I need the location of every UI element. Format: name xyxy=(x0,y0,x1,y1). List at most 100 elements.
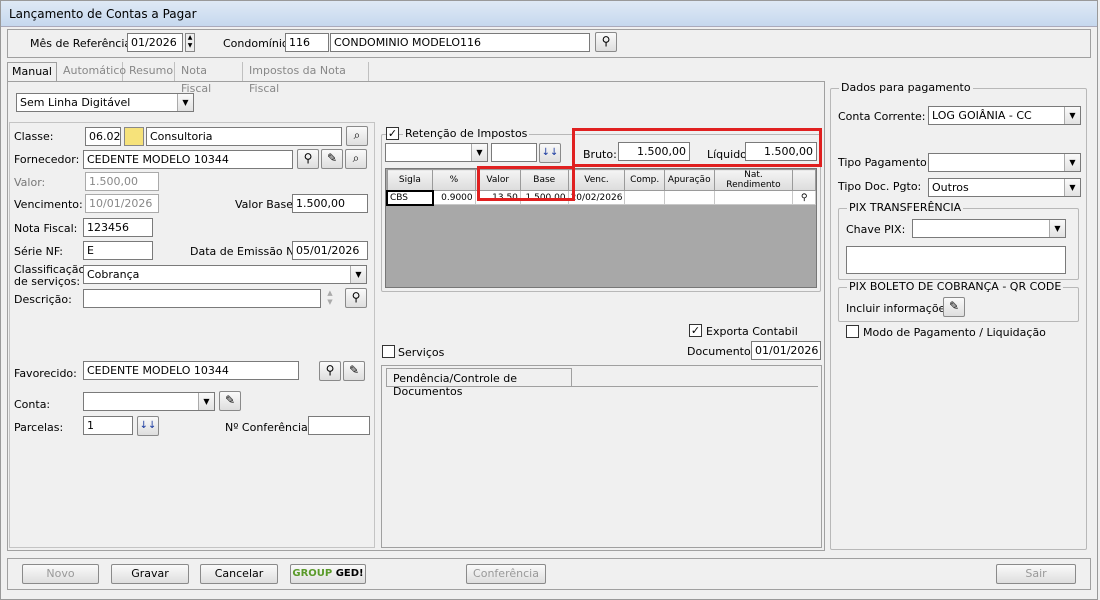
linha-digitavel-select[interactable]: Sem Linha Digitável ▼ xyxy=(16,93,194,112)
serie-nf-input[interactable]: E xyxy=(83,241,153,260)
tipo-doc-select[interactable]: Outros ▼ xyxy=(928,178,1081,197)
edit-icon[interactable]: ✎ xyxy=(219,391,241,411)
novo-button[interactable]: Novo xyxy=(22,564,99,584)
modo-pagamento-label: Modo de Pagamento / Liquidação xyxy=(863,326,1046,339)
folder-icon[interactable] xyxy=(124,127,144,146)
col-comp: Comp. xyxy=(624,169,665,191)
col-actions xyxy=(792,169,816,191)
servicos-checkbox[interactable] xyxy=(382,345,395,358)
modo-pagamento-checkbox[interactable] xyxy=(846,325,859,338)
documento-input[interactable]: 01/01/2026 xyxy=(751,341,821,360)
conferencia-button[interactable]: Conferência xyxy=(466,564,546,584)
exporta-contabil-label: Exporta Contabil xyxy=(706,325,798,338)
servicos-label: Serviços xyxy=(398,346,445,359)
cell-nat[interactable] xyxy=(713,190,794,205)
classe-label: Classe: xyxy=(14,130,54,143)
col-sigla: Sigla xyxy=(386,169,434,191)
pix-boleto-title: PIX BOLETO DE COBRANÇA - QR CODE xyxy=(847,280,1064,293)
edit-icon[interactable]: ✎ xyxy=(943,297,965,317)
binoculars-icon[interactable]: ⚲ xyxy=(319,361,341,381)
binoculars-icon[interactable]: ⚲ xyxy=(792,190,816,205)
tab-pendencia[interactable]: Pendência/Controle de Documentos xyxy=(386,368,572,398)
condominio-label: Condomínio: xyxy=(223,37,293,50)
sair-button[interactable]: Sair xyxy=(996,564,1076,584)
cell-pct[interactable]: 0.9000 xyxy=(432,190,476,205)
retencao-select[interactable]: ▼ xyxy=(385,143,488,162)
search-icon[interactable]: ⌕ xyxy=(346,126,368,146)
vencimento-input[interactable]: 10/01/2026 xyxy=(85,194,159,213)
highlight-valor-base xyxy=(477,166,575,201)
edit-icon[interactable]: ✎ xyxy=(343,361,365,381)
conta-corrente-label: Conta Corrente: xyxy=(838,110,926,123)
descricao-label: Descrição: xyxy=(14,293,72,306)
data-emissao-label: Data de Emissão NF: xyxy=(190,245,304,258)
exporta-contabil-checkbox[interactable]: ✓ xyxy=(689,324,702,337)
chevron-down-icon: ▼ xyxy=(471,144,487,161)
conta-corrente-select[interactable]: LOG GOIÂNIA - CC ▼ xyxy=(928,106,1081,125)
conferencia-input[interactable] xyxy=(308,416,370,435)
binoculars-icon[interactable]: ⚲ xyxy=(345,288,367,308)
fornecedor-input[interactable]: CEDENTE MODELO 10344 xyxy=(83,150,293,169)
cell-apuracao[interactable] xyxy=(663,190,715,205)
data-emissao-input[interactable]: 05/01/2026 xyxy=(292,241,368,260)
expand-down-icon[interactable]: ↓↓ xyxy=(539,143,561,163)
valor-input[interactable]: 1.500,00 xyxy=(85,172,159,191)
tab-impostos-nota[interactable]: Impostos da Nota Fiscal xyxy=(245,62,369,95)
conta-select[interactable]: ▼ xyxy=(83,392,215,411)
expand-down-icon[interactable]: ↓↓ xyxy=(137,416,159,436)
descricao-input[interactable] xyxy=(83,289,321,308)
edit-icon[interactable]: ✎ xyxy=(321,149,343,169)
binoculars-icon[interactable]: ⚲ xyxy=(595,32,617,52)
condominio-code-input[interactable]: 116 xyxy=(285,33,329,52)
tab-resumo[interactable]: Resumo xyxy=(125,62,175,82)
tipo-pagamento-select[interactable]: ▼ xyxy=(928,153,1081,172)
col-apuracao: Apuração xyxy=(663,169,715,191)
valor-label: Valor: xyxy=(14,176,46,189)
favorecido-input[interactable]: CEDENTE MODELO 10344 xyxy=(83,361,299,380)
cell-comp[interactable] xyxy=(624,190,665,205)
descricao-spinner[interactable]: ▲ ▼ xyxy=(324,289,336,308)
classificacao-select[interactable]: Cobrança ▼ xyxy=(83,265,367,284)
binoculars-icon[interactable]: ⚲ xyxy=(297,149,319,169)
mes-referencia-input[interactable]: 01/2026 xyxy=(127,33,183,52)
nota-fiscal-input[interactable]: 123456 xyxy=(83,218,153,237)
parcelas-label: Parcelas: xyxy=(14,421,64,434)
table-row[interactable]: CBS 0.9000 13,50 1.500,00 20/02/2026 ⚲ xyxy=(386,189,816,206)
documento-label: Documento: xyxy=(687,345,755,358)
chave-pix-label: Chave PIX: xyxy=(846,223,906,236)
tipo-pagamento-label: Tipo Pagamento: xyxy=(838,156,931,169)
cell-sigla[interactable]: CBS xyxy=(386,189,434,206)
col-venc: Venc. xyxy=(567,169,626,191)
gravar-button[interactable]: Gravar xyxy=(111,564,189,584)
tab-nota-fiscal[interactable]: Nota Fiscal xyxy=(177,62,243,95)
mes-referencia-label: Mês de Referência: xyxy=(30,37,135,50)
incluir-info-label: Incluir informações: xyxy=(846,302,955,315)
nota-fiscal-label: Nota Fiscal: xyxy=(14,222,78,235)
retencao-value-input[interactable] xyxy=(491,143,537,162)
classe-name-input[interactable]: Consultoria xyxy=(146,127,342,146)
highlight-bruto-liquido xyxy=(572,128,822,167)
tipo-doc-label: Tipo Doc. Pgto: xyxy=(838,180,922,193)
parcelas-input[interactable]: 1 xyxy=(83,416,133,435)
group-ged-button[interactable]: GROUP GED! xyxy=(290,564,366,584)
mes-spinner[interactable]: ▲ ▼ xyxy=(185,33,195,52)
pix-info-box[interactable] xyxy=(846,246,1066,274)
search-icon[interactable]: ⌕ xyxy=(345,149,367,169)
tab-manual[interactable]: Manual xyxy=(7,62,57,82)
chevron-down-icon: ▼ xyxy=(1049,220,1065,237)
valor-base-input[interactable]: 1.500,00 xyxy=(292,194,368,213)
condominio-name-input[interactable]: CONDOMINIO MODELO116 xyxy=(330,33,590,52)
title-bar: Lançamento de Contas a Pagar xyxy=(1,1,1097,27)
favorecido-label: Favorecido: xyxy=(14,367,77,380)
chevron-down-icon: ▼ xyxy=(1064,154,1080,171)
tab-automatico[interactable]: Automático xyxy=(59,62,126,82)
classe-code-input[interactable]: 06.02 xyxy=(85,127,121,146)
col-pct: % xyxy=(432,169,476,191)
cell-venc[interactable]: 20/02/2026 xyxy=(567,190,626,205)
cancelar-button[interactable]: Cancelar xyxy=(200,564,278,584)
retencao-title: Retenção de Impostos xyxy=(403,127,530,140)
conferencia-label: Nº Conferência: xyxy=(225,421,312,434)
chevron-down-icon: ▼ xyxy=(1064,179,1080,196)
chave-pix-select[interactable]: ▼ xyxy=(912,219,1066,238)
retencao-checkbox[interactable]: ✓ xyxy=(386,127,399,140)
